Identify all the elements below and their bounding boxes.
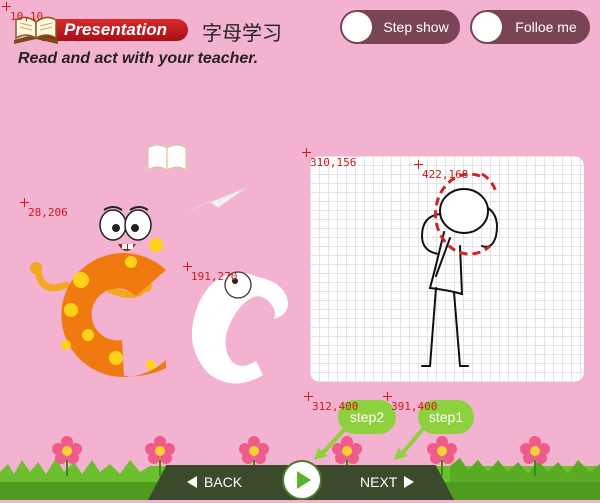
crosshair-icon	[20, 198, 29, 207]
coord-label: 191,270	[191, 270, 238, 283]
back-label: BACK	[204, 474, 243, 490]
coord-label: 422,168	[422, 168, 469, 181]
back-button[interactable]: BACK	[186, 474, 242, 490]
follow-me-toggle[interactable]: Folloe me	[470, 10, 590, 44]
coord-marker: 191,270	[183, 262, 238, 283]
stick-figure-drawing	[420, 172, 498, 367]
coord-label: 310,156	[310, 156, 357, 169]
crosshair-icon	[414, 160, 423, 169]
flower-icon	[520, 436, 550, 476]
letter-c-character	[30, 206, 166, 377]
coord-marker: 312,400	[304, 392, 359, 413]
coord-label: 391,400	[391, 400, 438, 413]
white-letter-c	[191, 271, 288, 384]
crosshair-icon	[2, 2, 11, 11]
coord-label: 28,206	[28, 206, 68, 219]
presentation-banner: Presentation	[42, 19, 188, 41]
crosshair-icon	[183, 262, 192, 271]
small-book-icon	[147, 144, 187, 172]
triangle-left-icon	[187, 476, 197, 488]
crosshair-icon	[304, 392, 313, 401]
toggle-knob[interactable]	[472, 12, 502, 42]
drawing-grid-panel	[310, 156, 584, 382]
play-button[interactable]	[282, 460, 322, 500]
presentation-label: Presentation	[64, 20, 167, 39]
play-icon	[297, 471, 311, 489]
coord-marker: 28,206	[20, 198, 68, 219]
follow-me-label: Folloe me	[515, 19, 577, 35]
crosshair-icon	[383, 392, 392, 401]
step-show-label: Step show	[383, 19, 449, 35]
crosshair-icon	[302, 148, 311, 157]
next-button[interactable]: NEXT	[360, 474, 415, 490]
next-label: NEXT	[360, 474, 398, 490]
coord-marker: 310,156	[302, 148, 357, 169]
triangle-right-icon	[404, 476, 415, 488]
flower-icon	[52, 436, 82, 476]
step-show-toggle[interactable]: Step show	[340, 10, 460, 44]
chinese-title: 字母学习	[202, 21, 282, 45]
coord-marker: 10,10	[2, 2, 44, 23]
coord-label: 312,400	[312, 400, 359, 413]
toggle-knob[interactable]	[342, 12, 372, 42]
paper-plane-icon	[189, 187, 247, 211]
coord-marker: 391,400	[383, 392, 438, 413]
coord-label: 10,10	[10, 10, 44, 23]
page-subtitle: Read and act with your teacher.	[18, 50, 259, 67]
coord-marker: 422,168	[414, 160, 469, 181]
